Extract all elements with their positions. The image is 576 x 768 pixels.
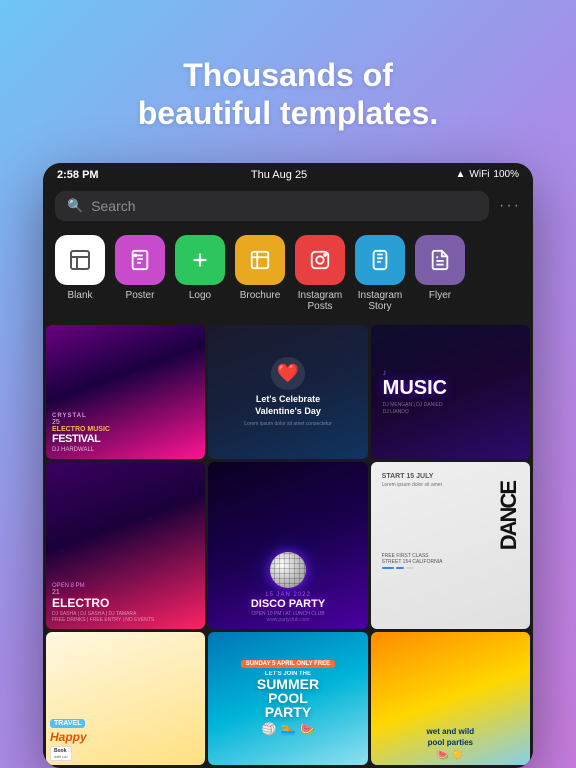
template-wet-wild[interactable]: wet and wildpool parties 🍉 ☀️	[371, 632, 530, 765]
category-icon-brochure	[235, 235, 285, 285]
music-title: MUSIC	[383, 377, 447, 400]
status-time: 2:58 PM	[57, 169, 99, 181]
wifi-icon: WiFi	[469, 169, 489, 180]
category-label-blank: Blank	[67, 290, 92, 301]
template-electro-festival[interactable]: CRYSTAL 25 ELECTRO MUSIC FESTIVAL DJ HAR…	[46, 325, 205, 460]
search-bar: 🔍 Search ···	[43, 185, 533, 231]
search-placeholder: Search	[91, 198, 135, 214]
hero-section: Thousands of beautiful templates.	[58, 0, 519, 163]
category-flyer[interactable]: Flyer	[415, 235, 465, 312]
template-music[interactable]: ♪ MUSIC DJ MENGAN | DJ DANIEDDJ LIANDO	[371, 325, 530, 460]
phone-frame: 2:58 PM Thu Aug 25 ▲ WiFi 100% 🔍 Search …	[43, 163, 533, 768]
category-icon-flyer	[415, 235, 465, 285]
category-brochure[interactable]: Brochure	[235, 235, 285, 312]
category-label-flyer: Flyer	[429, 290, 451, 301]
battery-label: 100%	[493, 169, 519, 180]
status-date: Thu Aug 25	[251, 169, 307, 181]
templates-grid: CRYSTAL 25 ELECTRO MUSIC FESTIVAL DJ HAR…	[43, 322, 533, 768]
category-poster[interactable]: Poster	[115, 235, 165, 312]
more-menu-icon[interactable]: ···	[499, 197, 521, 215]
category-icon-logo	[175, 235, 225, 285]
template-summer-pool-party[interactable]: SUNDAY 5 APRIL ONLY FREE LET'S JOIN THE …	[208, 632, 367, 765]
category-icon-instagram-story	[355, 235, 405, 285]
status-icons: ▲ WiFi 100%	[456, 169, 519, 180]
template-dance[interactable]: START 15 JULY Lorem ipsum dolor sit amet…	[371, 462, 530, 628]
category-label-instagram-posts: Instagram Posts	[298, 290, 342, 312]
status-bar: 2:58 PM Thu Aug 25 ▲ WiFi 100%	[43, 163, 533, 185]
search-input-wrap[interactable]: 🔍 Search	[55, 191, 489, 221]
template-valentines[interactable]: ❤️ Let's CelebrateValentine's Day Lorem …	[208, 325, 367, 460]
categories-row: Blank Poster Logo Brochure Instagram Pos…	[43, 231, 533, 322]
category-icon-poster	[115, 235, 165, 285]
category-logo[interactable]: Logo	[175, 235, 225, 312]
category-label-logo: Logo	[189, 290, 211, 301]
category-blank[interactable]: Blank	[55, 235, 105, 312]
template-disco-party[interactable]: 15 JAN 2022 DISCO PARTY OPEN 10 PM / AT …	[208, 462, 367, 628]
hero-line2: beautiful templates.	[138, 94, 439, 132]
disco-ball	[270, 552, 306, 588]
category-label-brochure: Brochure	[240, 290, 281, 301]
category-label-instagram-story: Instagram Story	[358, 290, 402, 312]
signal-icon: ▲	[456, 169, 466, 180]
category-instagram-posts[interactable]: Instagram Posts	[295, 235, 345, 312]
category-icon-blank	[55, 235, 105, 285]
category-label-poster: Poster	[126, 290, 155, 301]
hero-line1: Thousands of	[138, 56, 439, 94]
start-badge: START 15 JULY	[382, 473, 519, 480]
search-icon: 🔍	[67, 198, 83, 214]
category-instagram-story[interactable]: Instagram Story	[355, 235, 405, 312]
template-happy[interactable]: TRAVEL Happy Book with us!	[46, 632, 205, 765]
template-electro2[interactable]: OPEN 8 PM 21 ELECTRO DJ SASHA | DJ SASHA…	[46, 462, 205, 628]
category-icon-instagram-posts	[295, 235, 345, 285]
